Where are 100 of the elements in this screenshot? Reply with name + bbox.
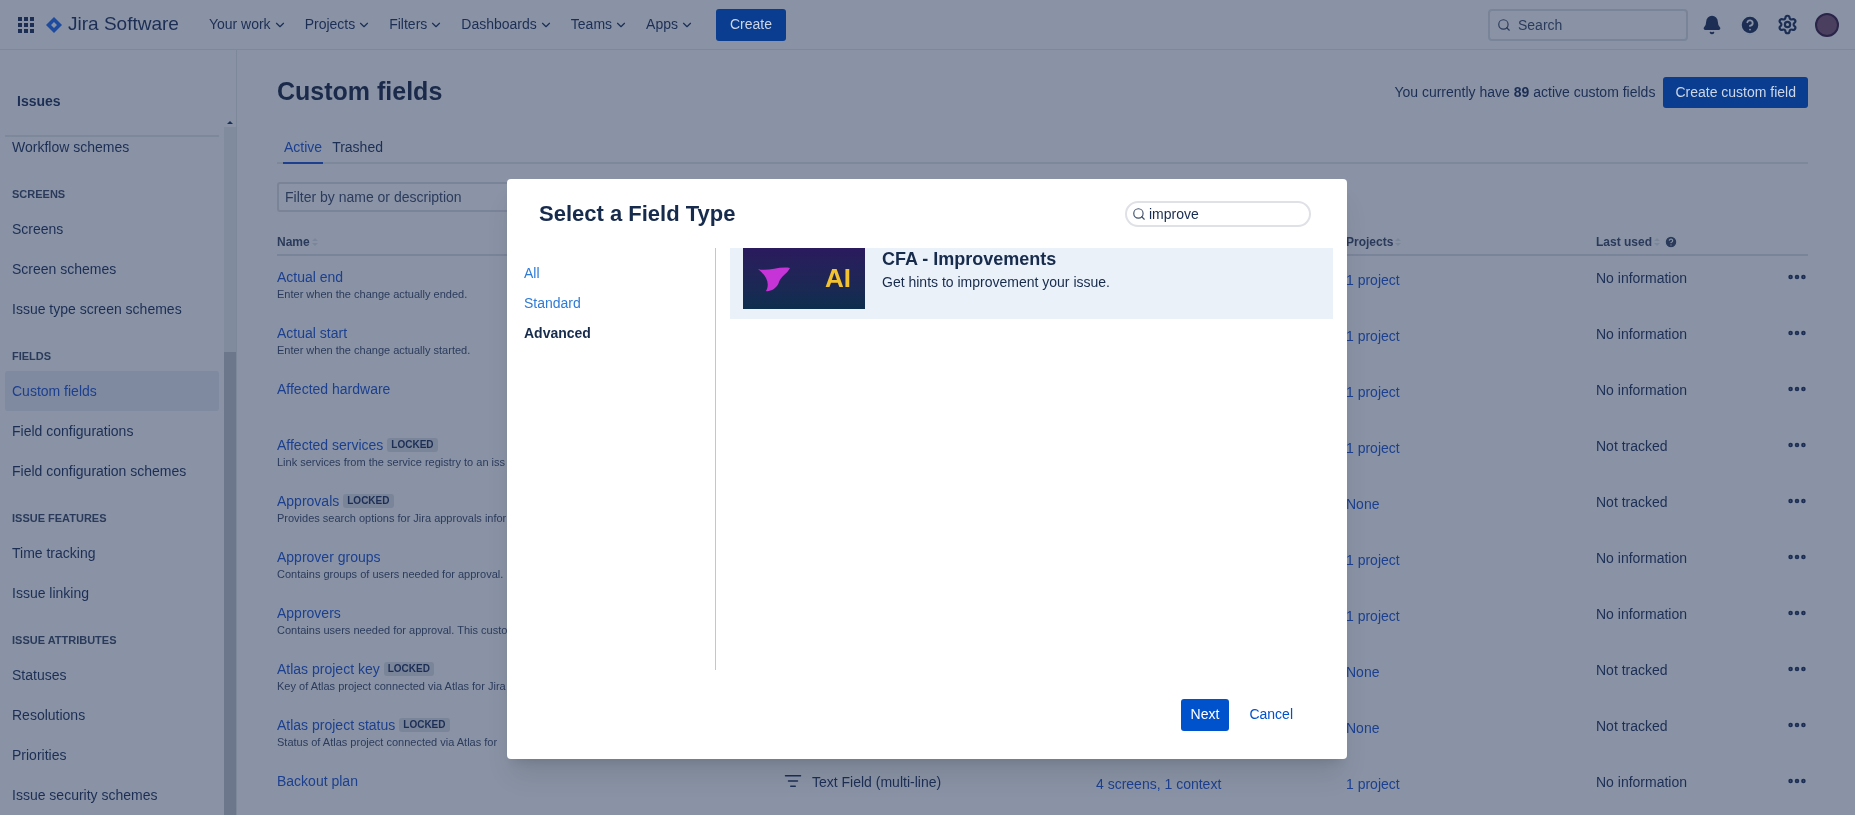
search-icon — [1132, 206, 1146, 221]
field-type-description: Get hints to improvement your issue. — [882, 273, 1110, 292]
sidebar-item[interactable]: Issue type screen schemes — [5, 289, 219, 329]
field-description: Status of Atlas project connected via Atlas for — [277, 735, 499, 750]
field-name-link[interactable]: Backout plan — [277, 770, 358, 792]
field-description: Enter when the change actually started. — [277, 343, 472, 358]
projects-link[interactable]: 1 project — [1346, 552, 1400, 568]
field-description: Key of Atlas project connected via Atlas for Jira — [277, 679, 507, 694]
screens-link[interactable]: 4 screens, 1 context — [1096, 776, 1222, 792]
section-heading: FIELDS — [11, 348, 53, 364]
last-used: No information — [1596, 549, 1688, 568]
nav-menu[interactable]: Apps — [644, 14, 696, 35]
last-used: No information — [1596, 773, 1688, 792]
projects-link[interactable]: 1 project — [1346, 440, 1400, 456]
settings-icon[interactable] — [1777, 14, 1798, 35]
category-link[interactable]: All — [524, 262, 540, 284]
last-used: Not tracked — [1596, 437, 1668, 456]
field-description: Provides search options for Jira approvals infor — [277, 511, 508, 526]
logo-icon[interactable] — [46, 16, 62, 33]
create-button[interactable]: Create — [716, 8, 786, 41]
field-name-link[interactable]: Actual end — [277, 266, 344, 288]
page-title: Custom fields — [277, 76, 443, 108]
projects-link[interactable]: None — [1346, 720, 1380, 736]
summary-text: You currently have 89 active custom fields — [1394, 82, 1656, 102]
sidebar-item[interactable]: Time tracking — [5, 533, 219, 573]
lines-icon — [784, 772, 802, 790]
sidebar-item[interactable]: Workflow schemes — [5, 137, 219, 167]
product-name[interactable]: Jira Software — [68, 10, 179, 39]
last-used: No information — [1596, 381, 1688, 400]
locked-badge: LOCKED — [399, 718, 450, 732]
search-field[interactable]: Search — [1488, 8, 1688, 41]
dialog-search-field[interactable]: improve — [1125, 200, 1311, 227]
help-icon[interactable] — [1664, 235, 1678, 249]
category-link[interactable]: Standard — [524, 292, 581, 314]
last-used: Not tracked — [1596, 661, 1668, 680]
field-description: Enter when the change actually ended. — [277, 287, 469, 302]
section-heading: ISSUE FEATURES — [11, 510, 108, 526]
field-name-link[interactable]: Approver groups — [277, 546, 381, 568]
column-header[interactable]: Projects — [1346, 233, 1394, 251]
sidebar-title: Issues — [17, 92, 61, 111]
category-link[interactable]: Advanced — [524, 322, 591, 344]
nav-menu[interactable]: Your work — [206, 14, 289, 35]
projects-link[interactable]: 1 project — [1346, 272, 1400, 288]
create-custom-field-button[interactable]: Create custom field — [1663, 76, 1808, 108]
locked-badge: LOCKED — [343, 494, 394, 508]
last-used: Not tracked — [1596, 493, 1668, 512]
sidebar-item[interactable]: Statuses — [5, 655, 219, 695]
field-name-link[interactable]: Affected hardware — [277, 378, 391, 400]
app-grid-icon[interactable] — [18, 16, 34, 33]
sidebar-item[interactable]: Field configurations — [5, 411, 219, 451]
last-used: Not tracked — [1596, 717, 1668, 736]
tab[interactable]: Active — [283, 132, 324, 164]
field-name-link[interactable]: Approvers — [277, 602, 341, 624]
blob-icon — [757, 265, 791, 292]
sidebar-item[interactable]: Priorities — [5, 735, 219, 775]
projects-link[interactable]: 1 project — [1346, 608, 1400, 624]
field-type: Text Field (multi-line) — [812, 773, 942, 792]
sidebar-item[interactable]: Issue linking — [5, 573, 219, 613]
field-name-link[interactable]: Atlas project key — [277, 658, 380, 680]
sidebar-item[interactable]: Issue security schemes — [5, 775, 219, 815]
projects-link[interactable]: 1 project — [1346, 776, 1400, 792]
projects-link[interactable]: None — [1346, 664, 1380, 680]
field-name-link[interactable]: Atlas project status — [277, 714, 396, 736]
section-heading: SCREENS — [11, 186, 67, 202]
search-icon — [1497, 17, 1511, 32]
locked-badge: LOCKED — [387, 438, 438, 452]
projects-link[interactable]: None — [1346, 496, 1380, 512]
sidebar-item[interactable]: Screen schemes — [5, 249, 219, 289]
sidebar-item[interactable]: Custom fields — [5, 371, 219, 411]
locked-badge: LOCKED — [383, 662, 434, 676]
column-header[interactable]: Name — [277, 233, 310, 251]
field-description: Link services from the service registry to an iss — [277, 455, 507, 470]
nav-menu[interactable]: Dashboards — [459, 14, 555, 35]
nav-menu[interactable]: Filters — [387, 14, 446, 35]
sidebar-item[interactable]: Resolutions — [5, 695, 219, 735]
bell-icon[interactable] — [1702, 14, 1722, 35]
last-used: No information — [1596, 605, 1688, 624]
field-name-link[interactable]: Actual start — [277, 322, 348, 344]
logo-text: AI — [825, 262, 851, 295]
next-button[interactable]: Next — [1180, 698, 1230, 731]
field-description: Contains users needed for approval. This custo — [277, 623, 509, 638]
projects-link[interactable]: 1 project — [1346, 384, 1400, 400]
field-type-title: CFA - Improvements — [882, 248, 1058, 270]
cancel-button[interactable]: Cancel — [1239, 698, 1303, 731]
section-heading: ISSUE ATTRIBUTES — [11, 632, 118, 648]
field-type-card[interactable]: AI CFA - Improvements Get hints to improvement your issue. — [730, 248, 1333, 319]
field-name-link[interactable]: Approvals — [277, 490, 340, 512]
field-description: Contains groups of users needed for approval. — [277, 567, 505, 582]
projects-link[interactable]: 1 project — [1346, 328, 1400, 344]
field-name-link[interactable]: Affected services — [277, 434, 384, 456]
nav-menu[interactable]: Teams — [568, 14, 631, 35]
tab[interactable]: Trashed — [331, 132, 384, 164]
sidebar-item[interactable]: Screens — [5, 209, 219, 249]
sidebar-item[interactable]: Field configuration schemes — [5, 451, 219, 491]
nav-menu[interactable]: Projects — [302, 14, 374, 35]
help-icon[interactable] — [1739, 13, 1761, 36]
last-used: No information — [1596, 325, 1688, 344]
column-header[interactable]: Last used — [1596, 233, 1652, 251]
avatar[interactable] — [1815, 12, 1839, 37]
last-used: No information — [1596, 269, 1688, 288]
